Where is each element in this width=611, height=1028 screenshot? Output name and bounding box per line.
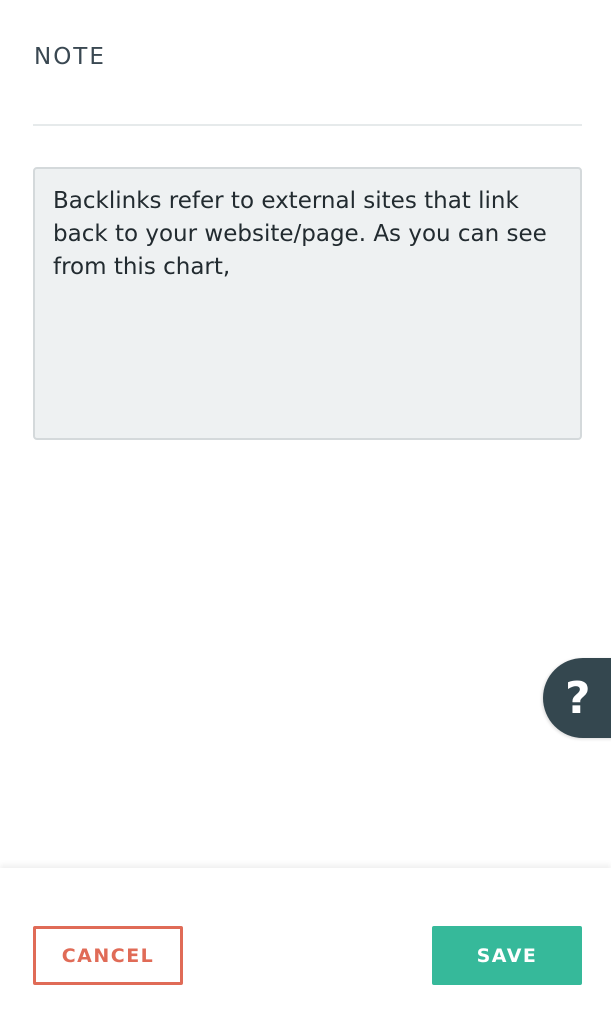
- note-panel: NOTE Backlinks refer to external sites t…: [0, 0, 611, 1028]
- cancel-button[interactable]: CANCEL: [33, 926, 183, 985]
- footer-bar: CANCEL SAVE: [0, 868, 611, 1028]
- heading-divider: [33, 124, 582, 126]
- question-icon: ?: [565, 672, 591, 724]
- note-textarea[interactable]: Backlinks refer to external sites that l…: [33, 167, 582, 440]
- note-heading: NOTE: [34, 44, 106, 70]
- help-button[interactable]: ?: [543, 658, 611, 738]
- save-button[interactable]: SAVE: [432, 926, 582, 985]
